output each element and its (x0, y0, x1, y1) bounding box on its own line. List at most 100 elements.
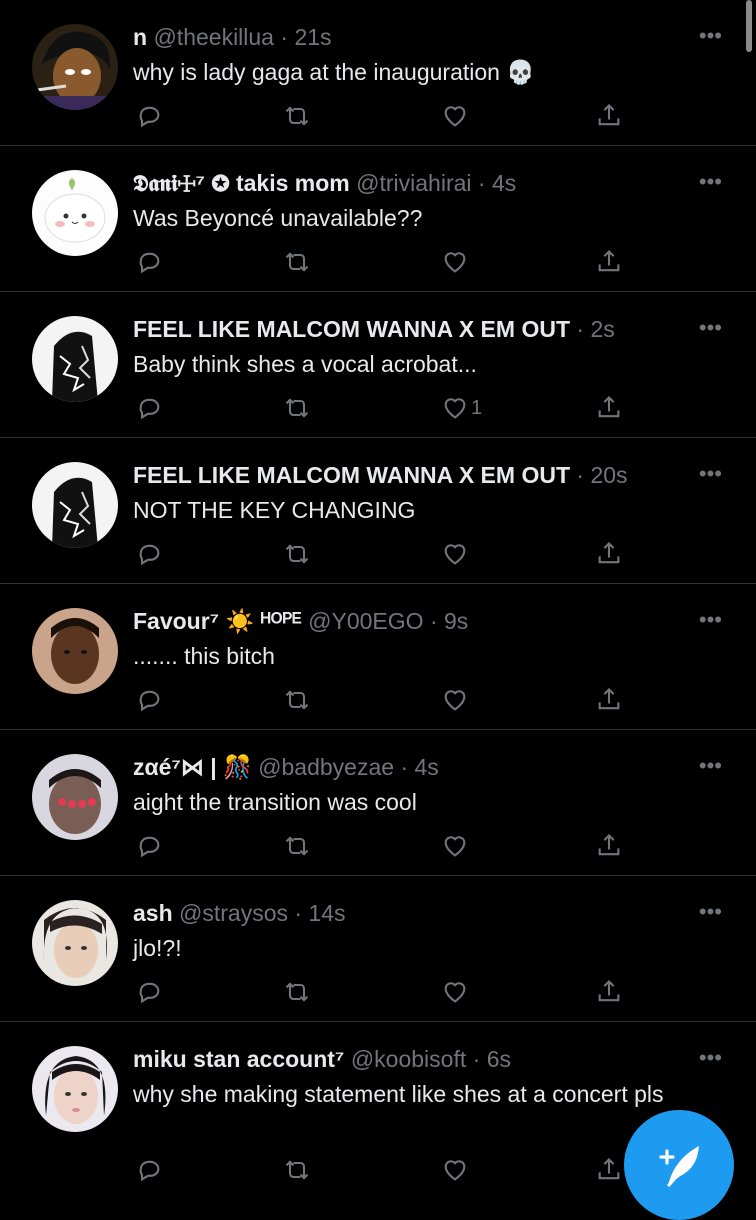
like-button[interactable] (441, 972, 471, 1012)
tweet-item[interactable]: zαé⁷⋈ | 🎊 @badbyezae · 4s ••• aight the … (0, 730, 756, 876)
display-name[interactable]: ash (133, 900, 173, 926)
tweet-item[interactable]: Favour⁷ ☀️ ᴴᴼᴾᴱ @Y00EGO · 9s ••• .......… (0, 584, 756, 730)
tweet-header: miku stan account⁷ @koobisoft · 6s (133, 1045, 676, 1073)
handle[interactable]: @koobisoft (351, 1046, 466, 1072)
compose-tweet-button[interactable] (624, 1110, 734, 1220)
like-button[interactable] (441, 826, 471, 866)
separator: · (471, 170, 492, 196)
share-button[interactable] (595, 388, 623, 428)
retweet-button[interactable] (283, 826, 311, 866)
like-button[interactable] (441, 242, 471, 282)
more-icon[interactable]: ••• (699, 1047, 722, 1069)
avatar[interactable] (32, 754, 118, 840)
display-name[interactable]: n (133, 24, 147, 50)
tweet-text: ....... this bitch (133, 643, 275, 669)
share-button[interactable] (595, 96, 623, 136)
like-button[interactable]: 1 (441, 388, 482, 428)
share-button[interactable] (595, 680, 623, 720)
share-icon (598, 980, 620, 1002)
avatar[interactable] (32, 900, 118, 986)
retweet-button[interactable] (283, 242, 311, 282)
timestamp[interactable]: 4s (492, 170, 516, 196)
tweet-header: Favour⁷ ☀️ ᴴᴼᴾᴱ @Y00EGO · 9s (133, 607, 676, 635)
timestamp[interactable]: 14s (308, 900, 345, 926)
avatar[interactable] (32, 316, 118, 402)
tweet-actions (133, 972, 653, 1016)
separator: · (288, 900, 309, 926)
timestamp[interactable]: 4s (415, 754, 439, 780)
retweet-button[interactable] (283, 96, 311, 136)
retweet-button[interactable] (283, 1150, 311, 1190)
avatar[interactable] (32, 608, 118, 694)
tweet-text: aight the transition was cool (133, 789, 417, 815)
handle[interactable]: @straysos (179, 900, 288, 926)
tweet-actions (133, 826, 653, 870)
tweet-item[interactable]: 𝕯𝖆𝖓𝖎☩⁷ ✪ takis mom @triviahirai · 4s •••… (0, 146, 756, 292)
timestamp[interactable]: 9s (444, 608, 468, 634)
display-name[interactable]: FEEL LIKE MALCOM WANNA X EM OUT (133, 316, 570, 342)
reply-button[interactable] (135, 242, 163, 282)
share-button[interactable] (595, 972, 623, 1012)
more-icon[interactable]: ••• (699, 463, 722, 485)
more-icon[interactable]: ••• (699, 609, 722, 631)
tweet-item[interactable]: FEEL LIKE MALCOM WANNA X EM OUT · 2s •••… (0, 292, 756, 438)
reply-icon (139, 836, 160, 858)
display-name[interactable]: 𝕯𝖆𝖓𝖎☩⁷ ✪ takis mom (133, 170, 350, 196)
retweet-button[interactable] (283, 388, 311, 428)
reply-button[interactable] (135, 388, 163, 428)
avatar[interactable] (32, 170, 118, 256)
tweet-text: why is lady gaga at the inauguration 💀 (133, 59, 535, 85)
reply-button[interactable] (135, 826, 163, 866)
avatar[interactable] (32, 1046, 118, 1132)
share-button[interactable] (595, 1150, 623, 1190)
retweet-icon (285, 398, 309, 418)
like-button[interactable] (441, 1150, 471, 1190)
share-icon (598, 1158, 620, 1180)
handle[interactable]: @Y00EGO (308, 608, 423, 634)
handle[interactable]: @badbyezae (258, 754, 394, 780)
reply-button[interactable] (135, 680, 163, 720)
handle[interactable]: @triviahirai (356, 170, 471, 196)
display-name[interactable]: Favour⁷ (133, 608, 219, 634)
separator: · (576, 316, 591, 342)
more-icon[interactable]: ••• (699, 171, 722, 193)
display-name[interactable]: miku stan account⁷ (133, 1046, 344, 1072)
tweet-header: FEEL LIKE MALCOM WANNA X EM OUT · 20s (133, 461, 676, 489)
name-decoration: 🎊 (223, 754, 252, 780)
more-icon[interactable]: ••• (699, 25, 722, 47)
retweet-button[interactable] (283, 680, 311, 720)
more-icon[interactable]: ••• (699, 901, 722, 923)
display-name[interactable]: FEEL LIKE MALCOM WANNA X EM OUT (133, 462, 570, 488)
retweet-icon (285, 544, 309, 564)
display-name[interactable]: zαé⁷⋈ | (133, 754, 217, 780)
tweet-item[interactable]: FEEL LIKE MALCOM WANNA X EM OUT · 20s ••… (0, 438, 756, 584)
avatar[interactable] (32, 24, 118, 110)
timestamp[interactable]: 20s (590, 462, 627, 488)
tweet-item[interactable]: ash @straysos · 14s ••• jlo!?! (0, 876, 756, 1022)
timestamp[interactable]: 6s (487, 1046, 511, 1072)
tweet-header: n @theekillua · 21s (133, 23, 676, 51)
timestamp[interactable]: 21s (294, 24, 331, 50)
reply-button[interactable] (135, 972, 163, 1012)
like-button[interactable] (441, 96, 471, 136)
more-icon[interactable]: ••• (699, 317, 722, 339)
like-count: 1 (471, 396, 483, 419)
heart-icon (444, 1160, 466, 1181)
retweet-button[interactable] (283, 972, 311, 1012)
share-button[interactable] (595, 534, 623, 574)
share-button[interactable] (595, 242, 623, 282)
more-icon[interactable]: ••• (699, 755, 722, 777)
share-button[interactable] (595, 826, 623, 866)
like-button[interactable] (441, 534, 471, 574)
reply-button[interactable] (135, 96, 163, 136)
avatar[interactable] (32, 462, 118, 548)
reply-button[interactable] (135, 534, 163, 574)
like-button[interactable] (441, 680, 471, 720)
handle[interactable]: @theekillua (153, 24, 274, 50)
timestamp[interactable]: 2s (590, 316, 614, 342)
tweet-text: Baby think shes a vocal acrobat... (133, 351, 477, 377)
tweet-item[interactable]: n @theekillua · 21s ••• why is lady gaga… (0, 0, 756, 146)
tweet-actions (133, 534, 653, 578)
reply-button[interactable] (135, 1150, 163, 1190)
retweet-button[interactable] (283, 534, 311, 574)
